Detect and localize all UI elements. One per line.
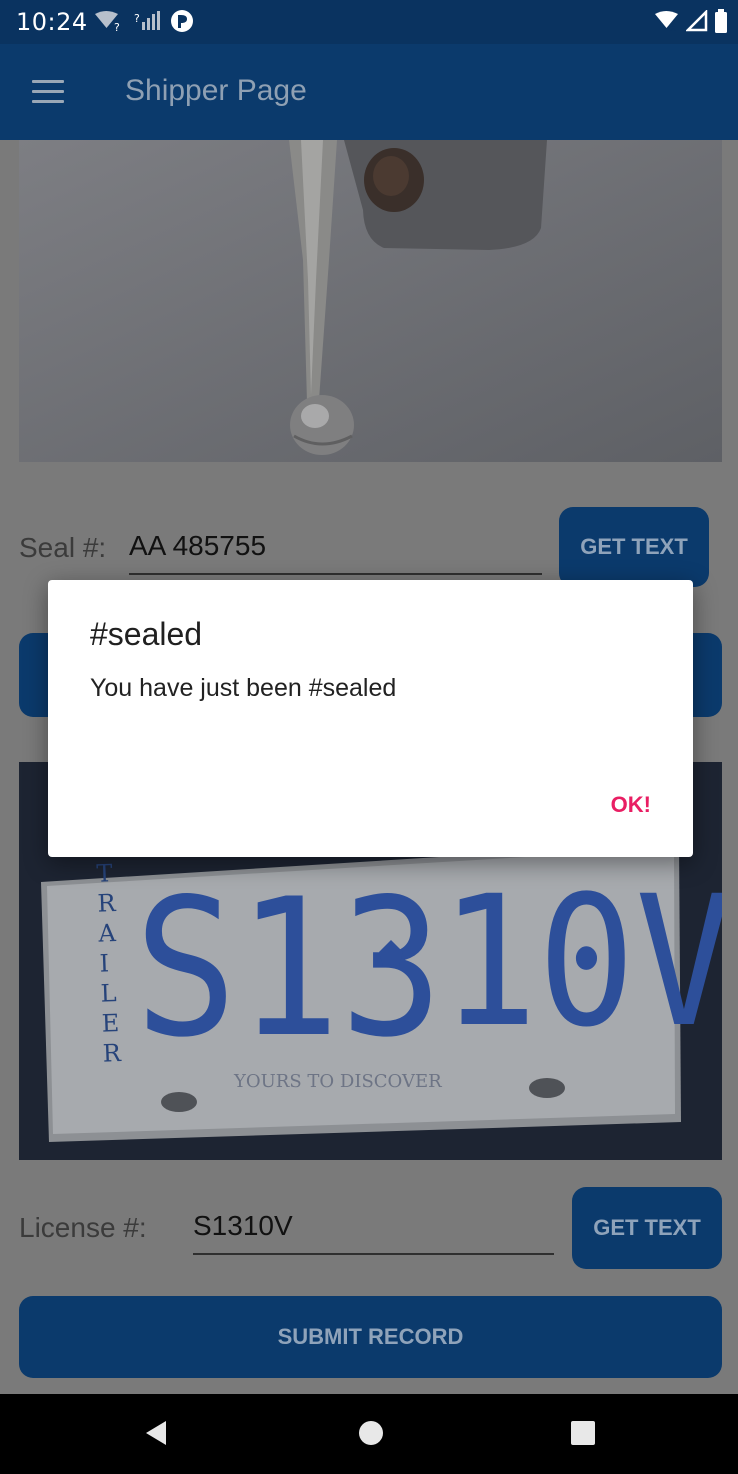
seal-get-text-button[interactable]: GET TEXT: [559, 507, 709, 587]
system-nav-bar: [0, 1394, 738, 1474]
recents-icon[interactable]: [568, 1418, 598, 1448]
seal-label: Seal #:: [19, 532, 107, 563]
license-number-field[interactable]: S1310V: [193, 1210, 293, 1242]
status-bar: 10:24 ? ? x: [0, 0, 738, 44]
hamburger-menu-icon[interactable]: [32, 80, 66, 106]
seal-field-underline: [129, 573, 542, 575]
back-icon[interactable]: [142, 1418, 172, 1448]
license-label: License #:: [19, 1212, 147, 1243]
page-title: Shipper Page: [125, 74, 307, 107]
svg-text:?: ?: [114, 21, 120, 32]
submit-record-button[interactable]: SUBMIT RECORD: [19, 1296, 722, 1378]
dialog-ok-button[interactable]: OK!: [611, 792, 651, 818]
cell-signal-icon: [684, 8, 708, 36]
app-notification-icon: [170, 9, 194, 37]
seal-number-field[interactable]: AA 485755: [129, 530, 266, 562]
dialog-message: You have just been #sealed: [90, 674, 397, 702]
license-get-text-button[interactable]: GET TEXT: [572, 1187, 722, 1269]
svg-text:x: x: [670, 23, 676, 32]
license-field-underline: [193, 1253, 554, 1255]
app-bar: Shipper Page: [0, 44, 738, 140]
plate-motto: YOURS TO DISCOVER: [233, 1071, 442, 1092]
wifi-x-icon: x: [654, 10, 680, 36]
status-time: 10:24: [16, 8, 88, 36]
alert-dialog: #sealed You have just been #sealed OK!: [48, 580, 693, 857]
home-icon[interactable]: [356, 1418, 386, 1448]
plate-number-left: S13: [134, 857, 443, 1079]
seal-photo: [19, 140, 722, 462]
plate-number-right: 10V: [440, 858, 722, 1067]
wifi-question-icon: ?: [94, 10, 124, 36]
signal-question-icon: ?: [134, 10, 160, 36]
svg-text:?: ?: [134, 12, 140, 25]
dialog-title: #sealed: [90, 616, 203, 652]
battery-icon: [714, 9, 728, 37]
